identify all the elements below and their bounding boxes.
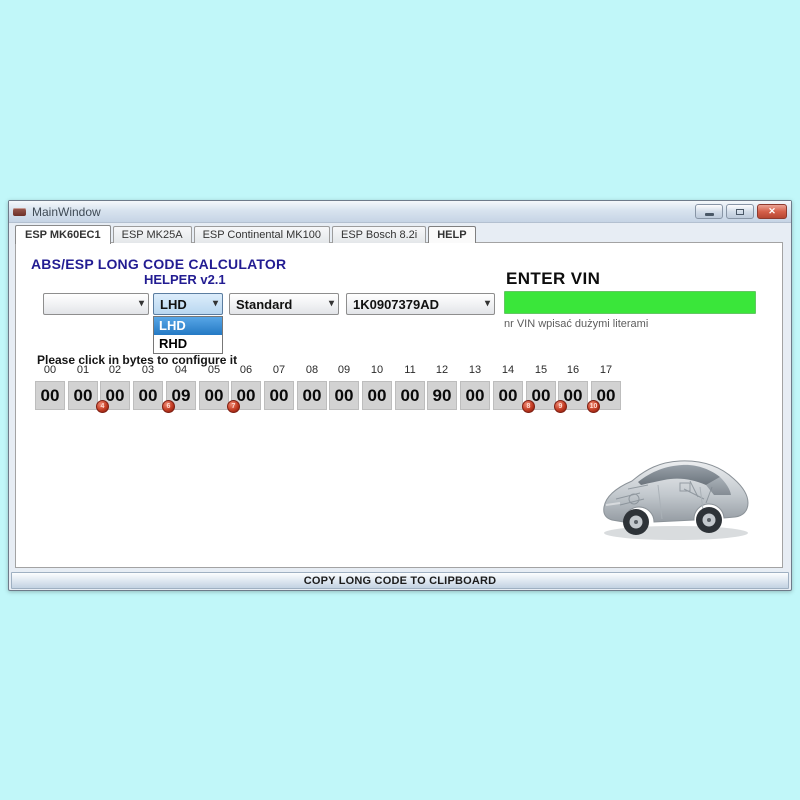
- byte-marker-badge: 10: [587, 400, 600, 413]
- byte-index-label: 05: [199, 364, 229, 376]
- tab-esp-mk60ec1[interactable]: ESP MK60EC1: [15, 225, 111, 244]
- drive-dropdown-list: LHDRHD: [153, 316, 223, 354]
- byte-cell-03[interactable]: 00: [133, 381, 163, 410]
- maximize-icon: [736, 209, 744, 215]
- byte-index-label: 17: [591, 364, 621, 376]
- byte-cell-11[interactable]: 00: [395, 381, 425, 410]
- byte-index-label: 00: [35, 364, 65, 376]
- byte-marker-badge: 9: [554, 400, 567, 413]
- byte-index-label: 14: [493, 364, 523, 376]
- byte-cell-09[interactable]: 00: [329, 381, 359, 410]
- main-window: MainWindow ✕ ESP MK60EC1ESP MK25AESP Con…: [8, 200, 792, 591]
- byte-index-label: 04: [166, 364, 196, 376]
- tab-page-esp-mk60ec1: ABS/ESP LONG CODE CALCULATOR HELPER v2.1…: [15, 242, 783, 568]
- drive-option-lhd[interactable]: LHD: [154, 317, 222, 335]
- byte-marker-badge: 7: [227, 400, 240, 413]
- car-cutaway-image: [594, 439, 758, 545]
- close-button[interactable]: ✕: [757, 204, 787, 219]
- byte-marker-badge: 6: [162, 400, 175, 413]
- tab-strip: ESP MK60EC1ESP MK25AESP Continental MK10…: [15, 223, 478, 243]
- byte-index-label: 07: [264, 364, 294, 376]
- tab-esp-bosch-8-2i[interactable]: ESP Bosch 8.2i: [332, 226, 426, 243]
- byte-marker-badge: 8: [522, 400, 535, 413]
- byte-index-label: 11: [395, 364, 425, 376]
- byte-cell-07[interactable]: 00: [264, 381, 294, 410]
- byte-cell-12[interactable]: 90: [427, 381, 457, 410]
- byte-cell-00[interactable]: 00: [35, 381, 65, 410]
- tab-esp-mk25a[interactable]: ESP MK25A: [113, 226, 192, 243]
- close-icon: ✕: [768, 207, 776, 216]
- window-controls: ✕: [692, 204, 787, 219]
- byte-cell-05[interactable]: 00: [199, 381, 229, 410]
- byte-index-label: 13: [460, 364, 490, 376]
- byte-cell-10[interactable]: 00: [362, 381, 392, 410]
- title-bar[interactable]: MainWindow ✕: [9, 201, 791, 223]
- byte-index-label: 08: [297, 364, 327, 376]
- maximize-button[interactable]: [726, 204, 754, 219]
- byte-marker-badge: 4: [96, 400, 109, 413]
- minimize-icon: [705, 213, 714, 216]
- tab-esp-continental-mk100[interactable]: ESP Continental MK100: [194, 226, 330, 243]
- window-title: MainWindow: [32, 205, 692, 219]
- tab-help[interactable]: HELP: [428, 226, 475, 243]
- byte-index-label: 02: [100, 364, 130, 376]
- byte-index-label: 06: [231, 364, 261, 376]
- byte-index-label: 12: [427, 364, 457, 376]
- byte-index-label: 09: [329, 364, 359, 376]
- byte-index-label: 15: [526, 364, 556, 376]
- byte-cell-13[interactable]: 00: [460, 381, 490, 410]
- byte-index-label: 03: [133, 364, 163, 376]
- app-icon: [13, 208, 26, 216]
- drive-option-rhd[interactable]: RHD: [154, 335, 222, 353]
- byte-cell-08[interactable]: 00: [297, 381, 327, 410]
- minimize-button[interactable]: [695, 204, 723, 219]
- byte-index-label: 10: [362, 364, 392, 376]
- copy-long-code-button[interactable]: COPY LONG CODE TO CLIPBOARD: [11, 572, 789, 589]
- byte-cell-14[interactable]: 00: [493, 381, 523, 410]
- byte-index-label: 16: [558, 364, 588, 376]
- byte-cell-01[interactable]: 00: [68, 381, 98, 410]
- byte-index-label: 01: [68, 364, 98, 376]
